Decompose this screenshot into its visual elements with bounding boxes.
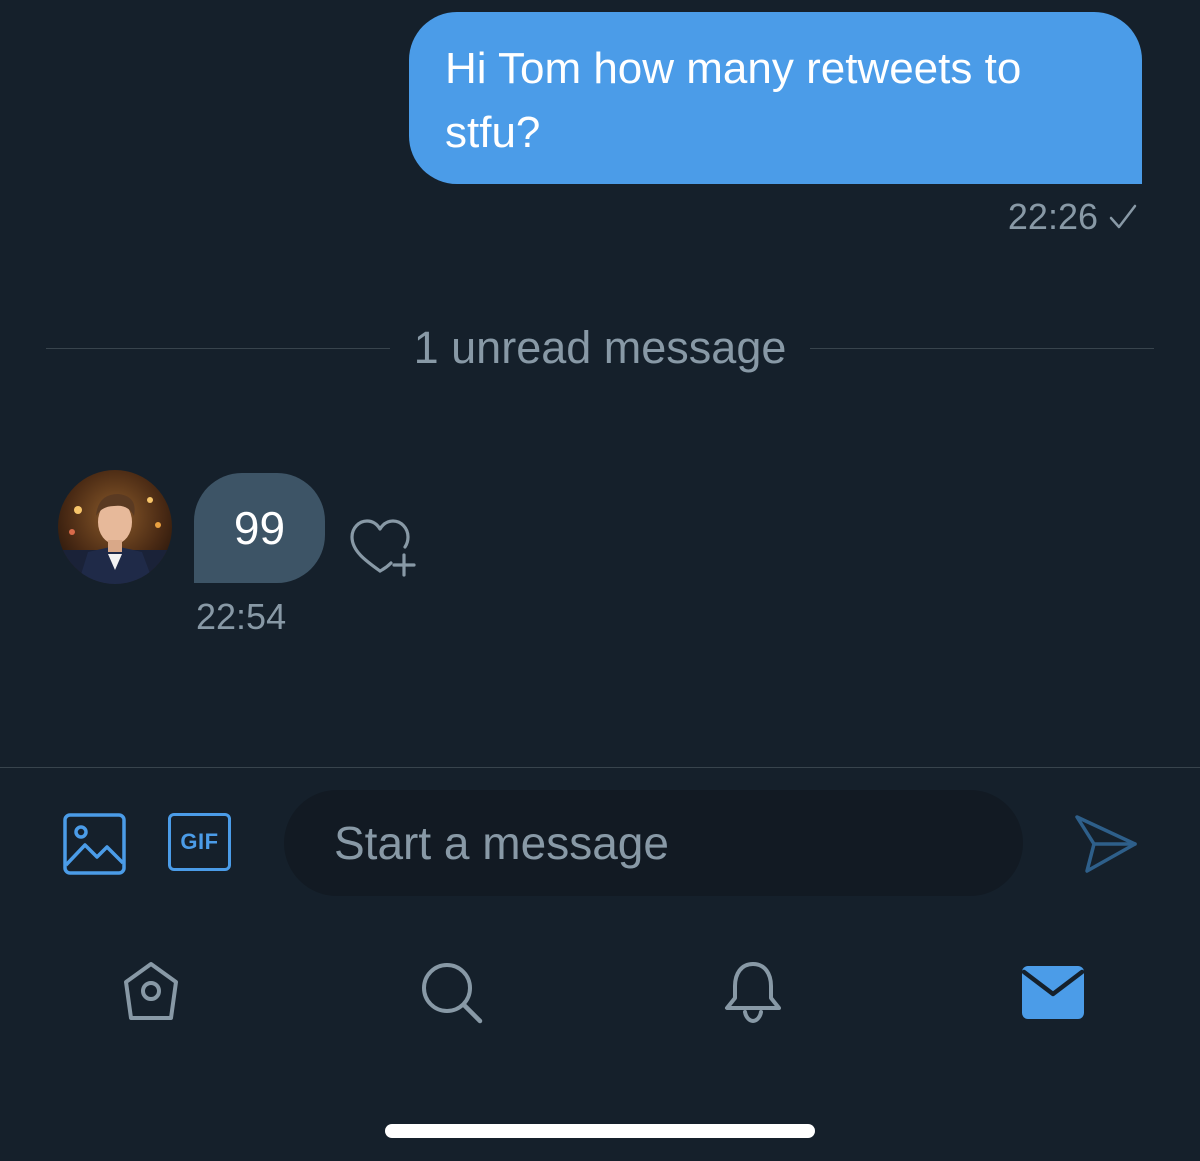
image-icon[interactable] (63, 813, 126, 875)
bell-icon (719, 958, 787, 1026)
nav-home[interactable] (117, 958, 185, 1026)
received-message-time: 22:54 (196, 596, 287, 637)
received-message-bubble[interactable]: 99 (194, 473, 325, 583)
home-icon (117, 958, 185, 1026)
divider-line-right (810, 347, 1154, 349)
dm-conversation-screen: Hi Tom how many retweets to stfu? 22:26 … (0, 0, 1200, 1161)
unread-divider: 1 unread message (46, 318, 1154, 378)
check-icon (1108, 203, 1138, 231)
nav-notifications[interactable] (719, 958, 787, 1026)
avatar[interactable] (58, 470, 172, 584)
mail-icon (1019, 958, 1087, 1026)
heart-add-icon[interactable] (348, 517, 418, 579)
gif-button[interactable]: GIF (168, 813, 231, 871)
composer-divider (0, 767, 1200, 768)
send-icon[interactable] (1074, 812, 1138, 876)
sent-message-meta: 22:26 (1008, 196, 1138, 238)
nav-search[interactable] (417, 958, 485, 1026)
divider-line-left (46, 347, 390, 349)
sent-message-time: 22:26 (1007, 196, 1098, 237)
search-icon (417, 958, 485, 1026)
message-input[interactable] (284, 790, 1023, 896)
home-indicator[interactable] (385, 1124, 815, 1138)
sent-message-bubble[interactable]: Hi Tom how many retweets to stfu? (409, 12, 1142, 184)
unread-divider-label: 1 unread message (413, 322, 787, 373)
nav-messages[interactable] (1019, 958, 1087, 1026)
